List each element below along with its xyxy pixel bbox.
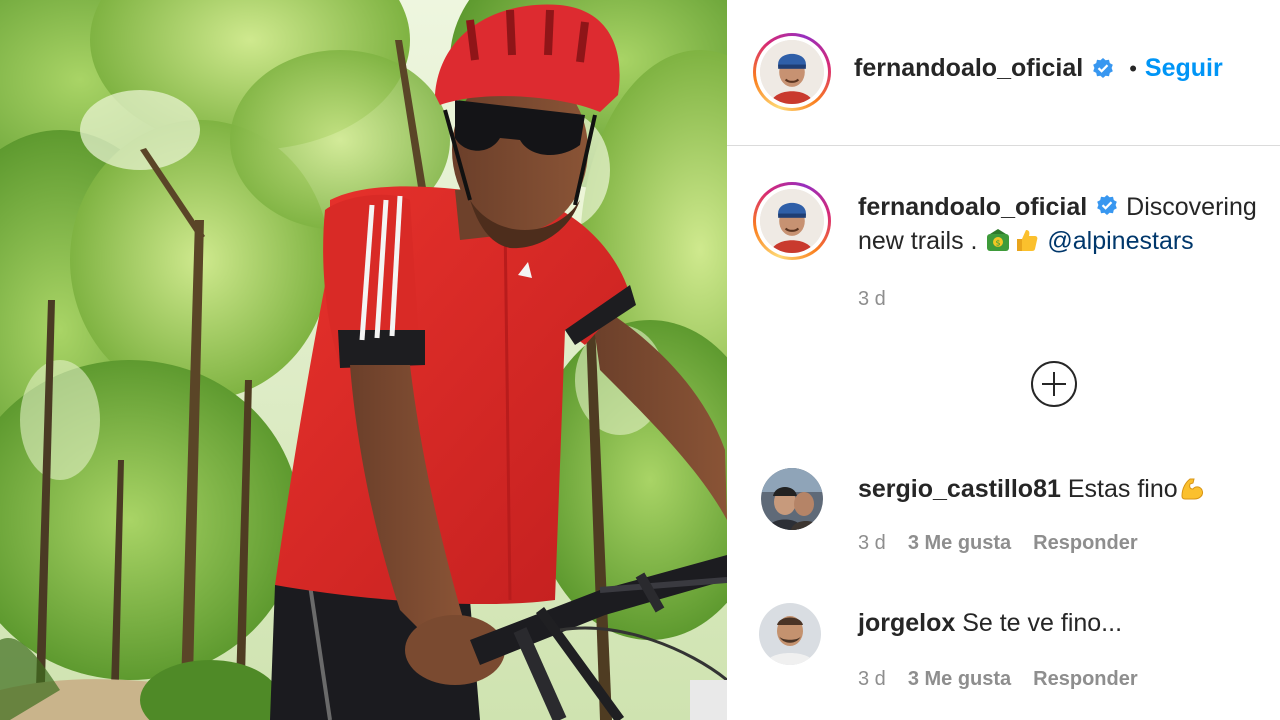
comment-reply-button[interactable]: Responder	[1033, 668, 1137, 690]
comment-timestamp[interactable]: 3 d	[858, 532, 886, 554]
svg-text:$: $	[996, 239, 1001, 248]
comment-timestamp[interactable]: 3 d	[858, 668, 886, 690]
money-bag-emoji-icon: $	[987, 229, 1010, 251]
flexed-biceps-emoji-icon	[1181, 478, 1203, 500]
separator-dot: •	[1129, 55, 1137, 81]
comment-likes-link[interactable]: 3 Me gusta	[908, 668, 1011, 690]
follow-button[interactable]: Seguir	[1145, 54, 1223, 83]
author-username[interactable]: fernandoalo_oficial	[854, 54, 1083, 83]
comment-avatar-sergio[interactable]	[761, 468, 823, 530]
caption-username[interactable]: fernandoalo_oficial	[858, 193, 1087, 221]
comment-avatar-image	[761, 468, 823, 530]
verified-badge-icon	[1093, 57, 1114, 78]
alpinestars-mention-link[interactable]: @alpinestars	[1047, 227, 1193, 255]
comment-sergio: sergio_castillo81 Estas fino	[858, 474, 1206, 504]
comment-avatar-jorgelox[interactable]	[759, 603, 821, 665]
comment-username[interactable]: jorgelox	[858, 609, 955, 637]
comment-text: Se te ve fino...	[962, 609, 1123, 637]
post-photo[interactable]	[0, 0, 727, 720]
caption-avatar[interactable]	[753, 182, 831, 260]
comment-meta-jorgelox: 3 d 3 Me gusta Responder	[858, 668, 1138, 691]
load-more-comments-button[interactable]	[1031, 361, 1077, 407]
comment-likes-link[interactable]: 3 Me gusta	[908, 532, 1011, 554]
comment-username[interactable]: sergio_castillo81	[858, 475, 1061, 503]
author-avatar-image	[760, 40, 824, 104]
post-side-panel: fernandoalo_oficial • Seguir fernandoalo…	[727, 0, 1280, 720]
post-header: fernandoalo_oficial • Seguir	[727, 0, 1280, 146]
comment-reply-button[interactable]: Responder	[1033, 532, 1137, 554]
post-caption: fernandoalo_oficial Discovering new trai…	[858, 190, 1278, 258]
comment-text: Estas fino	[1067, 475, 1178, 503]
cyclist-photo	[0, 0, 727, 720]
caption-avatar-image	[760, 189, 824, 253]
comment-avatar-image	[759, 603, 821, 665]
verified-badge-icon	[1097, 195, 1118, 215]
author-avatar[interactable]	[753, 33, 831, 111]
thumbs-up-emoji-icon	[1017, 230, 1038, 251]
comment-meta-sergio: 3 d 3 Me gusta Responder	[858, 532, 1138, 555]
caption-timestamp[interactable]: 3 d	[858, 288, 886, 311]
comment-jorgelox: jorgelox Se te ve fino...	[858, 609, 1122, 638]
